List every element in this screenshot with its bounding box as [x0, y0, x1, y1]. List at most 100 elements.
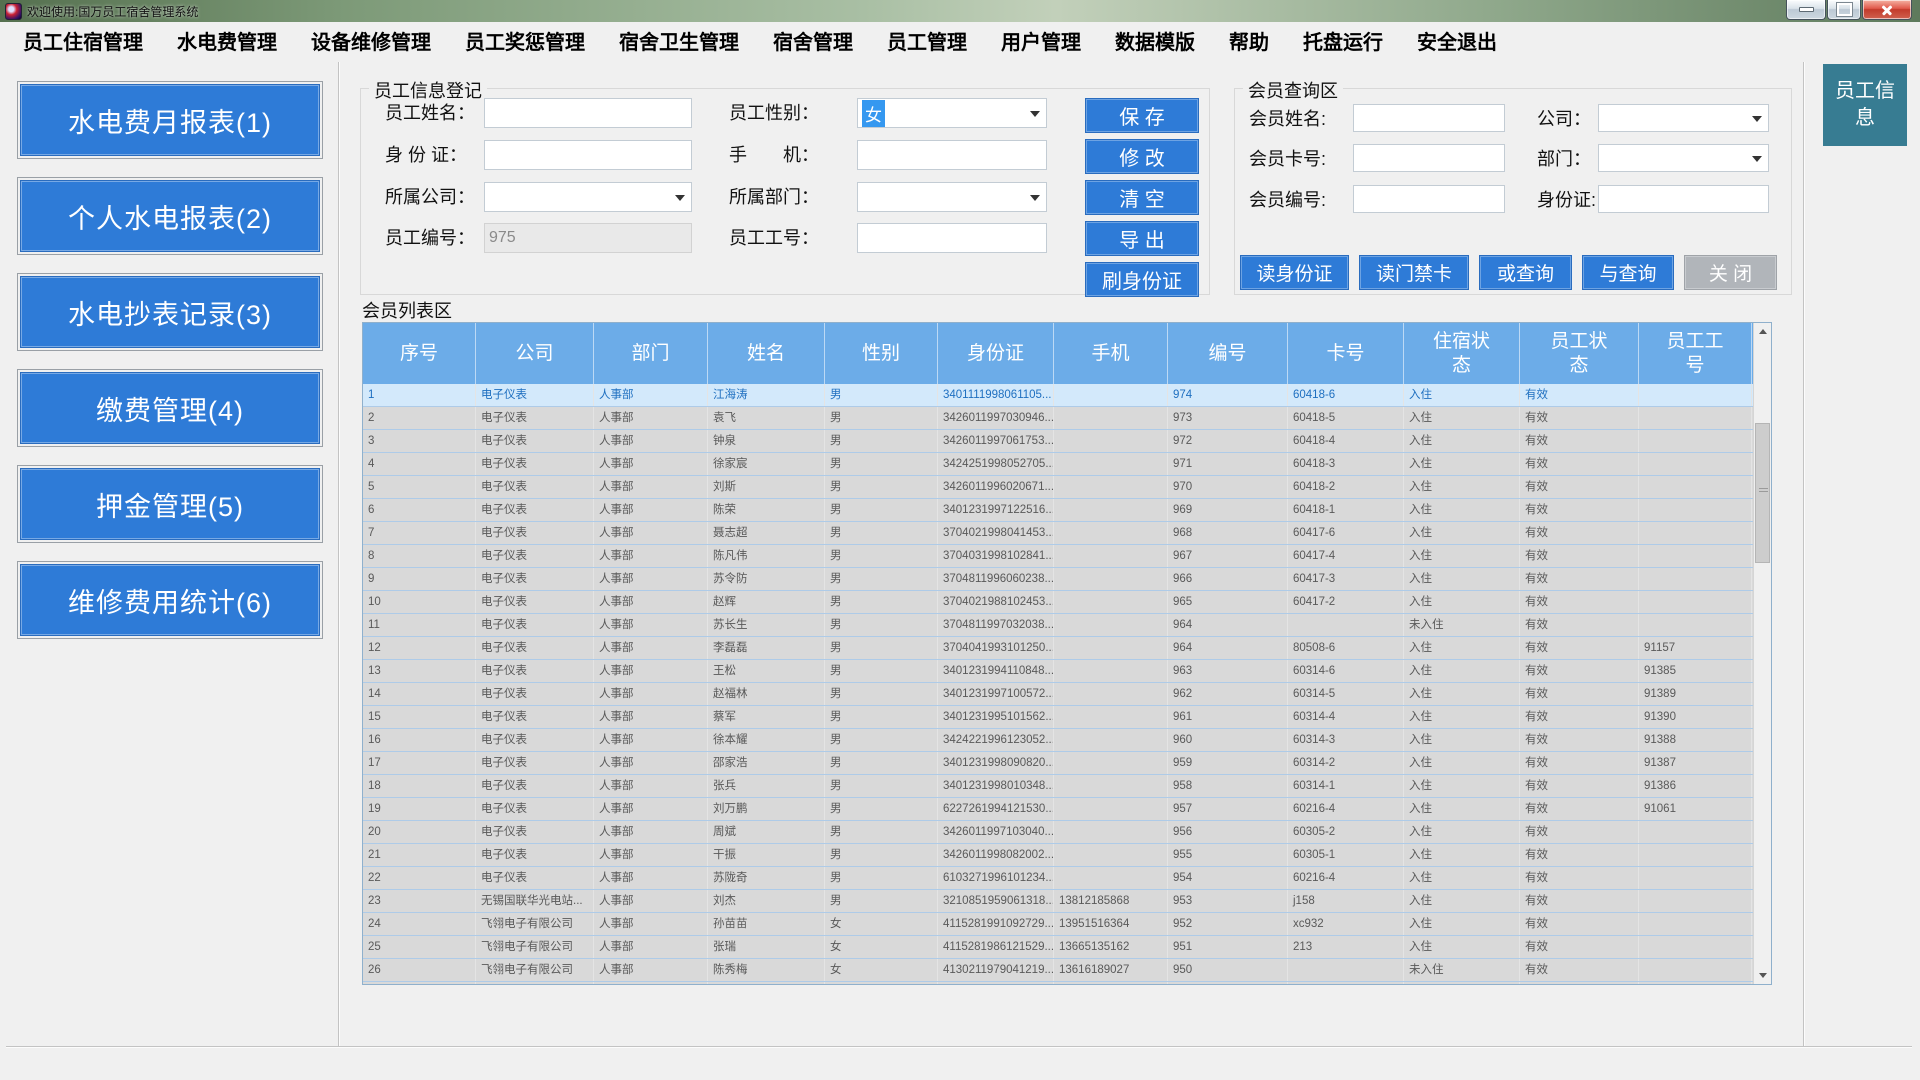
member-no-input[interactable] — [1353, 185, 1505, 213]
table-row[interactable]: 6电子仪表人事部陈荣男3401231997122516...96960418-1… — [363, 499, 1771, 522]
sidebar-button[interactable]: 缴费管理(4) — [20, 372, 320, 444]
table-cell: 有效 — [1520, 545, 1639, 567]
table-row[interactable]: 15电子仪表人事部蔡军男3401231995101562...96160314-… — [363, 706, 1771, 729]
table-row[interactable]: 21电子仪表人事部干振男3426011998082002...95560305-… — [363, 844, 1771, 867]
menu-item[interactable]: 设备维修管理 — [294, 26, 448, 55]
table-header-cell[interactable]: 住宿状 态 — [1404, 323, 1520, 384]
maximize-button[interactable] — [1827, 0, 1861, 20]
table-header-cell[interactable]: 编号 — [1168, 323, 1288, 384]
table-header-cell[interactable]: 卡号 — [1288, 323, 1404, 384]
table-cell: 26 — [363, 959, 476, 981]
menu-item[interactable]: 数据模版 — [1098, 26, 1212, 55]
table-cell: 电子仪表 — [476, 683, 594, 705]
table-row[interactable]: 14电子仪表人事部赵福林男3401231997100572...96260314… — [363, 683, 1771, 706]
menu-item[interactable]: 帮助 — [1212, 26, 1286, 55]
table-row[interactable]: 12电子仪表人事部李磊磊男3704041993101250...96480508… — [363, 637, 1771, 660]
and-query-button[interactable]: 与查询 — [1582, 255, 1674, 290]
table-row[interactable]: 13电子仪表人事部王松男3401231994110848...96360314-… — [363, 660, 1771, 683]
menu-item[interactable]: 员工奖惩管理 — [448, 26, 602, 55]
table-row[interactable]: 18电子仪表人事部张兵男3401231998010348...95860314-… — [363, 775, 1771, 798]
query-company-select[interactable] — [1598, 104, 1769, 132]
query-id-card-input[interactable] — [1598, 185, 1769, 213]
menu-item[interactable]: 托盘运行 — [1286, 26, 1400, 55]
close-button[interactable] — [1862, 0, 1912, 20]
menu-item[interactable]: 宿舍管理 — [756, 26, 870, 55]
scroll-down-button[interactable] — [1754, 967, 1771, 984]
query-department-select[interactable] — [1598, 144, 1769, 172]
menu-item[interactable]: 宿舍卫生管理 — [602, 26, 756, 55]
menu-item[interactable]: 员工管理 — [870, 26, 984, 55]
member-name-input[interactable] — [1353, 104, 1505, 132]
phone-input[interactable] — [857, 140, 1047, 170]
table-cell: 60305-1 — [1288, 844, 1404, 866]
table-row[interactable]: 23无锡国联华光电站...人事部刘杰男3210851959061318...13… — [363, 890, 1771, 913]
table-cell: 飞翎电子有限公司 — [476, 913, 594, 935]
table-header-cell[interactable]: 手机 — [1054, 323, 1168, 384]
employee-info-tab[interactable]: 员工信息 — [1823, 64, 1907, 146]
sidebar-button[interactable]: 维修费用统计(6) — [20, 564, 320, 636]
table-header-cell[interactable]: 身份证 — [938, 323, 1054, 384]
window-title: 欢迎使用:国万员工宿舍管理系统 — [27, 3, 198, 20]
table-row[interactable]: 22电子仪表人事部苏陇奇男6103271996101234...95460216… — [363, 867, 1771, 890]
table-cell: 人事部 — [594, 453, 708, 475]
menu-item[interactable]: 用户管理 — [984, 26, 1098, 55]
sidebar-button[interactable]: 押金管理(5) — [20, 468, 320, 540]
table-row[interactable]: 25飞翎电子有限公司人事部张瑞女4115281986121529...13665… — [363, 936, 1771, 959]
read-access-card-button[interactable]: 读门禁卡 — [1359, 255, 1469, 290]
department-select[interactable] — [857, 182, 1047, 212]
table-header-cell[interactable]: 员工状 态 — [1520, 323, 1639, 384]
table-header-cell[interactable]: 序号 — [363, 323, 476, 384]
employee-name-input[interactable] — [484, 98, 692, 128]
sidebar-button[interactable]: 水电抄表记录(3) — [20, 276, 320, 348]
table-row[interactable]: 8电子仪表人事部陈凡伟男3704031998102841...96760417-… — [363, 545, 1771, 568]
member-card-input[interactable] — [1353, 144, 1505, 172]
table-header-cell[interactable]: 部门 — [594, 323, 708, 384]
table-row[interactable]: 2电子仪表人事部袁飞男3426011997030946...97360418-5… — [363, 407, 1771, 430]
table-cell: 有效 — [1520, 499, 1639, 521]
table-header-cell[interactable]: 员工工 号 — [1639, 323, 1752, 384]
id-card-input[interactable] — [484, 140, 692, 170]
table-cell — [1288, 982, 1404, 985]
table-row[interactable]: 10电子仪表人事部赵辉男3704021988102453...96560417-… — [363, 591, 1771, 614]
work-no-input[interactable] — [857, 223, 1047, 253]
table-row[interactable]: 19电子仪表人事部刘万鹏男6227261994121530...95760216… — [363, 798, 1771, 821]
table-scrollbar[interactable] — [1753, 323, 1771, 984]
table-cell: 973 — [1168, 407, 1288, 429]
table-row[interactable]: 4电子仪表人事部徐家宸男3424251998052705...97160418-… — [363, 453, 1771, 476]
table-row[interactable]: 9电子仪表人事部苏令防男3704811996060238...96660417-… — [363, 568, 1771, 591]
close-button[interactable]: 关 闭 — [1684, 255, 1777, 290]
table-header-cell[interactable]: 公司 — [476, 323, 594, 384]
read-id-card-button[interactable]: 读身份证 — [1240, 255, 1349, 290]
company-select[interactable] — [484, 182, 692, 212]
table-row[interactable]: 7电子仪表人事部聂志超男3704021998041453...96860417-… — [363, 522, 1771, 545]
minimize-button[interactable] — [1786, 0, 1826, 20]
table-header-cell[interactable]: 姓名 — [708, 323, 825, 384]
table-row[interactable]: 1电子仪表人事部江海涛男3401111998061105...97460418-… — [363, 384, 1771, 407]
modify-button[interactable]: 修 改 — [1085, 139, 1199, 174]
table-cell: 21 — [363, 844, 476, 866]
clear-button[interactable]: 清 空 — [1085, 180, 1199, 215]
table-row[interactable]: 3电子仪表人事部钟泉男3426011997061753...97260418-4… — [363, 430, 1771, 453]
save-button[interactable]: 保 存 — [1085, 98, 1199, 133]
export-button[interactable]: 导 出 — [1085, 221, 1199, 256]
table-row[interactable]: 5电子仪表人事部刘斯男3426011996020671...97060418-2… — [363, 476, 1771, 499]
table-row[interactable]: 24飞翎电子有限公司人事部孙苗苗女4115281991092729...1395… — [363, 913, 1771, 936]
sidebar-button[interactable]: 水电费月报表(1) — [20, 84, 320, 156]
gender-select[interactable]: 女 — [857, 98, 1047, 128]
or-query-button[interactable]: 或查询 — [1479, 255, 1572, 290]
table-row[interactable]: 16电子仪表人事部徐本耀男3424221996123052...96060314… — [363, 729, 1771, 752]
scroll-thumb[interactable] — [1755, 423, 1770, 563]
swipe-id-card-button[interactable]: 刷身份证 — [1085, 262, 1199, 297]
menu-item[interactable]: 安全退出 — [1400, 26, 1514, 55]
menu-item[interactable]: 员工住宿管理 — [6, 26, 160, 55]
sidebar-button[interactable]: 个人水电报表(2) — [20, 180, 320, 252]
table-cell: 3704021998041453... — [938, 522, 1054, 544]
table-cell — [1054, 568, 1168, 590]
table-row[interactable]: 17电子仪表人事部邵家浩男3401231998090820...95960314… — [363, 752, 1771, 775]
table-row[interactable]: 11电子仪表人事部苏长生男3704811997032038...964未入住有效 — [363, 614, 1771, 637]
scroll-up-button[interactable] — [1754, 323, 1771, 340]
menu-item[interactable]: 水电费管理 — [160, 26, 294, 55]
table-row[interactable]: 20电子仪表人事部周斌男3426011997103040...95660305-… — [363, 821, 1771, 844]
table-header-cell[interactable]: 性别 — [825, 323, 938, 384]
table-row[interactable]: 26飞翎电子有限公司人事部陈秀梅女4130211979041219...1361… — [363, 959, 1771, 982]
